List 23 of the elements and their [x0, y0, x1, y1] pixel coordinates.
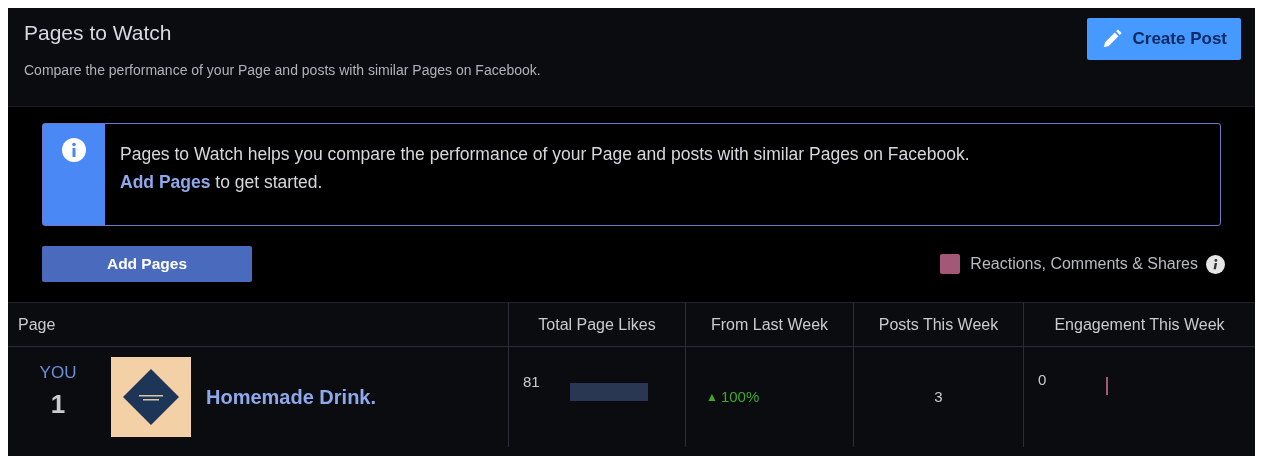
column-header: From Last Week: [710, 314, 829, 335]
you-label: YOU: [39, 361, 77, 384]
page-name[interactable]: Homemade Drink.: [206, 382, 377, 412]
add-pages-link[interactable]: Add Pages: [120, 172, 211, 192]
rank-number: 1: [50, 388, 66, 422]
posts-count: 3: [934, 386, 943, 407]
column-header: Page: [18, 314, 56, 335]
add-pages-button[interactable]: Add Pages: [42, 246, 252, 282]
column-header: Engagement This Week: [1054, 314, 1225, 335]
create-post-button[interactable]: Create Post: [1086, 18, 1241, 60]
column-header: Total Page Likes: [538, 314, 656, 335]
info-icon: [1206, 254, 1225, 274]
info-icon: [62, 138, 86, 162]
legend-label: Reactions, Comments & Shares: [970, 254, 1198, 274]
page-title: Pages to Watch: [24, 20, 173, 46]
engagement-count: 0: [1038, 370, 1047, 390]
column-header: Posts This Week: [878, 314, 999, 335]
info-message: Pages to Watch helps you compare the performance of your Page and posts with similar Pages on Facebook. Add Pages to get started.: [119, 143, 970, 194]
engagement-bar: [1106, 377, 1109, 395]
likes-count: 81: [523, 372, 540, 392]
change-percent: 100%: [720, 386, 760, 407]
page-subtitle: Compare the performance of your Page and posts with similar Pages on Facebook.: [24, 61, 541, 80]
up-arrow-icon: ▲: [706, 388, 718, 406]
